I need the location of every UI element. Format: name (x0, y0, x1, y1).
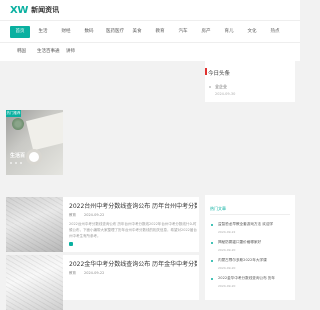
hot-article-date: 2024-09-20 (218, 248, 236, 252)
bullet-icon (211, 242, 213, 244)
nav-item-food[interactable]: 美食 (127, 26, 147, 38)
site-logo[interactable]: XW 新闻资讯 (10, 4, 59, 16)
feature-badge: 热门推荐 (6, 110, 21, 117)
article-card[interactable]: 2022金华中考分数线查询公布 历年金华中考分数线 教育 2024-09-22 (6, 255, 199, 310)
article-summary: 2022台州中考分数线查询公布 历年台州中考分数线2022年台州中考分数线什么时… (69, 222, 197, 238)
article-meta: 教育 2024-09-22 (69, 213, 104, 218)
article-category[interactable]: 教育 (69, 271, 76, 275)
tag-icon (69, 242, 73, 246)
site-name: 新闻资讯 (31, 6, 60, 14)
article-card[interactable]: 2022台州中考分数线查询公布 历年台州中考分数线 教育 2024-09-22 2… (6, 197, 199, 252)
hot-article-item[interactable]: 益智恐龙早教全套游戏方法 欢迎学 (218, 222, 294, 227)
article-meta: 教育 2024-09-22 (69, 271, 104, 276)
divider (210, 214, 290, 215)
site-header: XW 新闻资讯 (0, 0, 300, 20)
plant-decoration (12, 118, 24, 130)
nav-item-parenting[interactable]: 育儿 (219, 26, 239, 38)
main-nav: 首页 生活 财经 数码 医药医疗 美食 教育 汽车 房产 育儿 文化 热点 (0, 20, 300, 43)
carousel-dots[interactable] (10, 162, 22, 164)
sub-nav: 韩国 生活百事通 讲师 (0, 42, 300, 61)
nav-item-digital[interactable]: 数码 (79, 26, 99, 38)
nav-item-education[interactable]: 教育 (150, 26, 170, 38)
bullet-icon (211, 260, 213, 262)
headline-title: 今日头条 (208, 71, 231, 77)
hot-articles-title: 热门文章 (210, 206, 226, 211)
article-date: 2024-09-22 (84, 213, 105, 217)
headline-marker (205, 68, 207, 75)
article-thumbnail[interactable] (6, 197, 63, 252)
feature-caption[interactable]: 生活百 (10, 152, 25, 159)
article-title[interactable]: 2022金华中考分数线查询公布 历年金华中考分数线 (69, 259, 197, 268)
hot-article-date: 2024-09-20 (218, 266, 236, 270)
feature-image[interactable] (6, 110, 63, 175)
paper-decoration (25, 111, 63, 151)
subnav-item-lecturer[interactable]: 讲师 (66, 48, 75, 56)
subnav-item-korea[interactable]: 韩国 (17, 48, 26, 56)
article-date: 2024-09-22 (84, 271, 105, 275)
article-title[interactable]: 2022台州中考分数线查询公布 历年台州中考分数线 (69, 201, 197, 210)
bullet-icon (209, 86, 211, 88)
hot-article-date: 2024-09-20 (218, 284, 236, 288)
nav-item-auto[interactable]: 汽车 (173, 26, 193, 38)
bullet-icon (211, 278, 213, 280)
coffee-cup-decoration (26, 149, 42, 165)
subnav-item-life-tips[interactable]: 生活百事通 (37, 48, 60, 56)
nav-item-hot[interactable]: 热点 (265, 26, 285, 38)
hot-article-item[interactable]: 2022金华中考分数线查询公布 历年 (218, 276, 294, 281)
hot-article-item[interactable]: 内蒙古鄂尔多斯2022年大学课 (218, 258, 294, 263)
nav-item-life[interactable]: 生活 (33, 26, 53, 38)
hot-article-item[interactable]: 揭秘防雾霾口罩价格哪家好 (218, 240, 294, 245)
nav-item-home[interactable]: 首页 (10, 26, 30, 38)
logo-mark: XW (10, 4, 29, 16)
article-category[interactable]: 教育 (69, 213, 76, 217)
nav-item-realestate[interactable]: 房产 (196, 26, 216, 38)
hot-article-date: 2024-09-22 (218, 230, 236, 234)
bullet-icon (211, 224, 213, 226)
headline-date: 2024-09-30 (215, 92, 236, 96)
headline-item[interactable]: 全企业 (215, 84, 227, 90)
article-thumbnail[interactable] (6, 255, 63, 310)
nav-item-medical[interactable]: 医药医疗 (103, 26, 127, 38)
nav-item-culture[interactable]: 文化 (242, 26, 262, 38)
nav-item-finance[interactable]: 财经 (56, 26, 76, 38)
